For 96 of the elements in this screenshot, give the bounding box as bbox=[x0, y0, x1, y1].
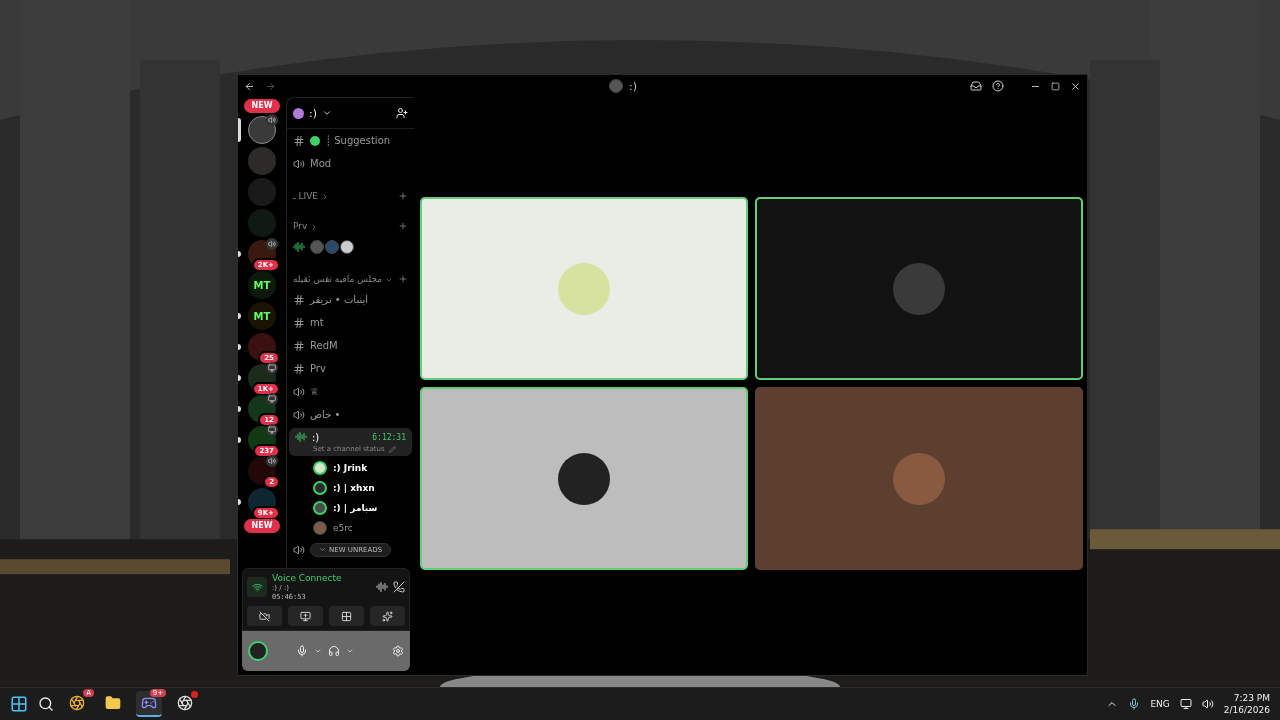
headphones-icon[interactable] bbox=[328, 645, 340, 657]
channel-name: :) bbox=[312, 431, 320, 443]
hash-icon bbox=[293, 339, 305, 352]
sparkles-icon bbox=[382, 610, 393, 622]
channel-item[interactable]: mt bbox=[287, 311, 414, 334]
soundboard-button[interactable] bbox=[370, 606, 405, 626]
hash-icon bbox=[293, 293, 305, 306]
video-tile[interactable] bbox=[755, 197, 1083, 380]
server-icon bbox=[293, 107, 304, 119]
aperture-icon bbox=[69, 695, 85, 711]
channel-name: Prv bbox=[310, 363, 326, 374]
channel-item[interactable]: Mod bbox=[287, 152, 414, 175]
grid-icon bbox=[341, 610, 352, 622]
camera-off-button[interactable] bbox=[247, 606, 282, 626]
channel-name: Mod bbox=[310, 158, 332, 169]
category-name[interactable]: ـ LIVE bbox=[293, 191, 318, 201]
chevron-icon bbox=[319, 546, 326, 553]
member-name: :) Jrink bbox=[333, 463, 368, 473]
voice-member[interactable]: e5rc bbox=[287, 518, 414, 538]
video-tile[interactable] bbox=[755, 387, 1083, 570]
speaker-icon bbox=[293, 408, 305, 421]
speaker-icon bbox=[293, 543, 305, 556]
settings-icon[interactable] bbox=[392, 645, 404, 657]
chevron-icon[interactable] bbox=[346, 647, 354, 655]
window-title: :) bbox=[629, 79, 637, 93]
channel-item[interactable]: ♕ bbox=[287, 380, 414, 403]
elapsed-time: 6:12:31 bbox=[372, 432, 406, 442]
language-indicator[interactable]: ENG bbox=[1150, 699, 1170, 709]
voice-member[interactable]: :) | سبامر bbox=[287, 498, 414, 518]
channel-item[interactable]: RedM bbox=[287, 334, 414, 357]
channel-item[interactable]: اينبات • تريقر bbox=[287, 288, 414, 311]
server-icon[interactable]: MT bbox=[248, 302, 276, 330]
server-icon[interactable] bbox=[248, 333, 276, 361]
server-name[interactable]: :) bbox=[309, 106, 317, 120]
signal-icon bbox=[247, 577, 267, 597]
voice-member[interactable]: :) Jrink bbox=[287, 458, 414, 478]
help-icon[interactable] bbox=[992, 80, 1004, 92]
back-arrow-icon[interactable] bbox=[244, 80, 255, 92]
invite-icon[interactable] bbox=[396, 107, 408, 119]
category-name[interactable]: Prv bbox=[293, 221, 308, 231]
clock[interactable]: 7:23 PM 2/16/2026 bbox=[1223, 693, 1270, 715]
monitor-icon bbox=[300, 610, 311, 622]
channel-name: خاص • bbox=[310, 409, 341, 420]
chevron-icon[interactable] bbox=[314, 647, 322, 655]
microphone-icon[interactable] bbox=[296, 645, 308, 657]
folder-icon bbox=[105, 695, 121, 711]
microphone-icon[interactable] bbox=[1128, 698, 1141, 710]
video-tile[interactable] bbox=[420, 387, 748, 570]
search-icon[interactable] bbox=[38, 696, 54, 712]
new-badge[interactable]: NEW bbox=[243, 99, 281, 113]
channel-item[interactable]: خاص • bbox=[287, 403, 414, 426]
hash-icon bbox=[293, 134, 305, 147]
member-name: e5rc bbox=[333, 523, 353, 533]
hash-icon bbox=[293, 316, 305, 329]
noise-suppression-icon[interactable] bbox=[376, 581, 388, 593]
channel-item[interactable]: ┊ Suggestion bbox=[287, 129, 414, 152]
channel-item[interactable]: Prv bbox=[287, 357, 414, 380]
activities-button[interactable] bbox=[329, 606, 364, 626]
channel-name: ♕ bbox=[310, 386, 319, 397]
voice-member[interactable]: :) | xhxn bbox=[287, 478, 414, 498]
speaker-icon bbox=[293, 157, 305, 170]
volume-icon[interactable] bbox=[1201, 698, 1214, 710]
member-name: :) | xhxn bbox=[333, 483, 375, 493]
disconnect-icon[interactable] bbox=[393, 581, 405, 593]
add-channel-icon[interactable] bbox=[398, 274, 408, 284]
aperture-icon bbox=[177, 695, 193, 711]
chevron-icon[interactable] bbox=[322, 108, 332, 118]
server-avatar bbox=[609, 79, 623, 93]
member-name: :) | سبامر bbox=[333, 503, 378, 513]
network-icon[interactable] bbox=[1179, 698, 1192, 710]
channel-name: اينبات • تريقر bbox=[310, 294, 368, 305]
channel-name: mt bbox=[310, 317, 324, 328]
video-tile[interactable] bbox=[420, 197, 748, 380]
server-icon[interactable]: MT bbox=[248, 271, 276, 299]
chevron-icon[interactable] bbox=[321, 193, 329, 201]
pencil-icon[interactable] bbox=[388, 445, 396, 453]
chevron-icon[interactable] bbox=[385, 276, 394, 284]
close-icon[interactable] bbox=[1070, 80, 1081, 92]
start-icon[interactable] bbox=[10, 695, 28, 713]
maximize-icon[interactable] bbox=[1051, 81, 1060, 91]
add-channel-icon[interactable] bbox=[398, 221, 408, 231]
voice-status: Voice Connecte bbox=[272, 573, 342, 583]
gamepad-icon bbox=[141, 695, 157, 711]
screen-share-button[interactable] bbox=[288, 606, 323, 626]
hash-icon bbox=[293, 362, 305, 375]
inbox-icon[interactable] bbox=[970, 80, 982, 92]
voice-activity-icon bbox=[295, 431, 307, 443]
add-channel-icon[interactable] bbox=[398, 191, 408, 201]
speaker-icon bbox=[293, 385, 305, 398]
channel-name: RedM bbox=[310, 340, 338, 351]
user-avatar bbox=[248, 641, 268, 661]
channel-name: ┊ Suggestion bbox=[325, 135, 391, 146]
voice-activity-icon bbox=[293, 240, 305, 253]
camera-off-icon bbox=[259, 610, 270, 622]
category-name[interactable]: مجلس مافيه نفس ثقيله bbox=[293, 274, 383, 284]
new-badge[interactable]: NEW bbox=[243, 519, 281, 533]
